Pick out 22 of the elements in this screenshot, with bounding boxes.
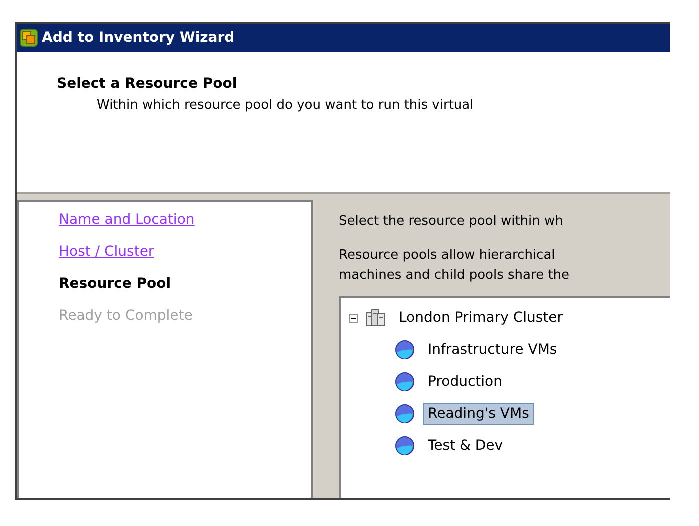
window-title: Add to Inventory Wizard	[42, 30, 235, 46]
intro-text: Select the resource pool within wh	[339, 213, 564, 231]
resource-pool-icon	[395, 436, 415, 456]
resource-pool-icon	[395, 404, 415, 424]
page-title: Select a Resource Pool	[57, 76, 238, 92]
description-text: Resource pools allow hierarchical	[339, 247, 556, 265]
resource-pool-icon	[395, 372, 415, 392]
step-label: Ready to Complete	[59, 307, 193, 326]
app-icon	[20, 29, 38, 47]
description-text: machines and child pools share the	[339, 267, 571, 285]
step-label: Resource Pool	[59, 275, 172, 294]
tree-item[interactable]: Reading's VMs	[423, 403, 534, 425]
tree-item[interactable]: Infrastructure VMs	[423, 339, 562, 361]
page-subtitle: Within which resource pool do you want to run this virtual	[97, 98, 475, 113]
resource-pool-icon	[395, 340, 415, 360]
tree-item[interactable]: Test & Dev	[423, 435, 508, 457]
tree-item[interactable]: Production	[423, 371, 508, 393]
tree-item[interactable]: London Primary Cluster	[394, 307, 568, 329]
collapse-toggle[interactable]	[349, 314, 358, 322]
step-link[interactable]: Host / Cluster	[59, 238, 154, 266]
server-cluster-icon	[366, 309, 386, 327]
step-link[interactable]: Name and Location	[59, 206, 195, 234]
